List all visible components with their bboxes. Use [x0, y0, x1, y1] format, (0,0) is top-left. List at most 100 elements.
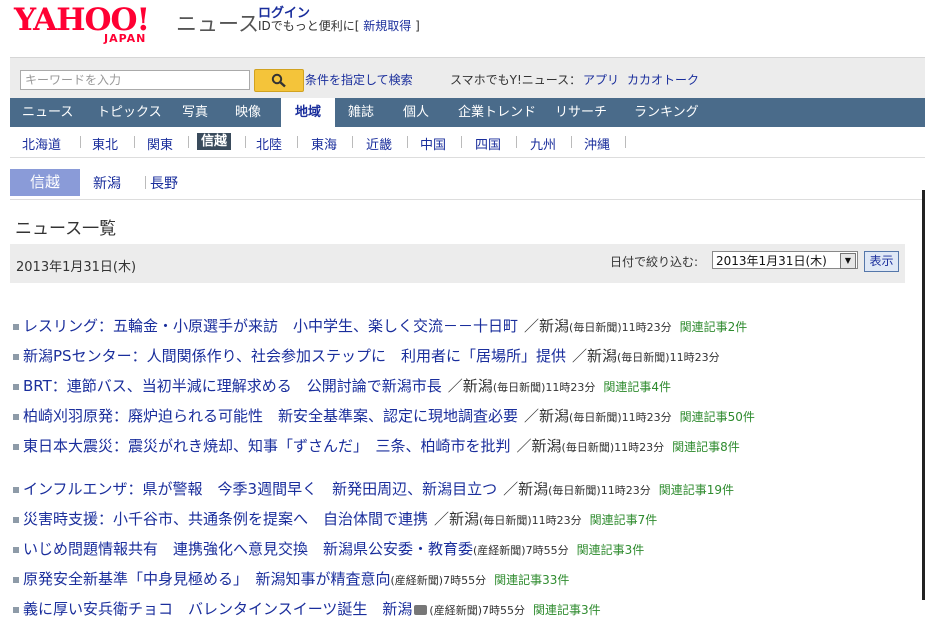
- bullet-icon: [13, 413, 19, 420]
- news-time: 11時23分: [669, 351, 720, 364]
- news-headline-link[interactable]: インフルエンザ：県が警報 今季3週間早く 新発田周辺、新潟目立つ: [23, 480, 497, 498]
- bullet-icon: [13, 516, 19, 523]
- news-publisher: (毎日新聞): [561, 441, 615, 454]
- show-button[interactable]: 表示: [864, 251, 899, 272]
- news-headline-link[interactable]: いじめ問題情報共有 連携強化へ意見交換 新潟県公安委・教育委: [23, 540, 473, 558]
- news-item: BRT：連節バス、当初半減に理解求める 公開討論で新潟市長 ／新潟(毎日新聞)11…: [13, 375, 913, 397]
- news-time: 11時23分: [621, 321, 672, 334]
- news-item: 柏崎刈羽原発：廃炉迫られる可能性 新安全基準案、認定に現地調査必要 ／新潟(毎日新…: [13, 405, 913, 427]
- news-time: 7時55分: [525, 544, 569, 557]
- news-item: 原発安全新基準「中身見極める」 新潟知事が精査意向(産経新聞)7時55分 関連記事…: [13, 568, 913, 590]
- news-headline-link[interactable]: レスリング：五輪金・小原選手が来訪 小中学生、楽しく交流－－十日町: [23, 317, 518, 335]
- nav-item-video[interactable]: 映像: [235, 98, 261, 127]
- smartphone-label: スマホでもY!ニュース：: [450, 73, 582, 87]
- region-okinawa[interactable]: 沖縄: [584, 134, 610, 153]
- news-region: ／新潟: [434, 510, 480, 528]
- news-headline-link[interactable]: 義に厚い安兵衛チョコ バレンタインスイーツ誕生 新潟: [23, 600, 412, 618]
- divider: [407, 136, 408, 148]
- region-shikoku[interactable]: 四国: [475, 134, 501, 153]
- related-articles-link[interactable]: 関連記事19件: [659, 483, 734, 497]
- prefecture-tabs: 信越 新潟 長野: [10, 169, 925, 200]
- region-tohoku[interactable]: 東北: [92, 134, 118, 153]
- news-headline-link[interactable]: 新潟PSセンター：人間関係作り、社会参加ステップに 利用者に「居場所」提供: [23, 347, 566, 365]
- bullet-icon: [13, 606, 19, 613]
- app-link[interactable]: アプリ: [583, 71, 619, 88]
- bullet-icon: [13, 546, 19, 553]
- related-articles-link[interactable]: 関連記事3件: [577, 543, 645, 557]
- divider: [134, 136, 135, 148]
- related-articles-link[interactable]: 関連記事3件: [533, 603, 601, 617]
- news-region: ／新潟: [571, 347, 617, 365]
- header: YAHOO! JAPAN ニュース ログイン IDでもっと便利に[ 新規取得 ]: [0, 0, 925, 56]
- nav-item-news[interactable]: ニュース: [22, 98, 73, 127]
- kakao-link[interactable]: カカオトーク: [627, 71, 699, 88]
- nav-item-ranking[interactable]: ランキング: [634, 98, 699, 127]
- region-hokkaido[interactable]: 北海道: [22, 134, 61, 153]
- yahoo-japan-logo[interactable]: YAHOO! JAPAN: [14, 2, 172, 46]
- nav-item-topics[interactable]: トピックス: [97, 98, 162, 127]
- search-button[interactable]: [254, 69, 304, 92]
- bullet-icon: [13, 383, 19, 390]
- region-kinki[interactable]: 近畿: [366, 134, 392, 153]
- service-name[interactable]: ニュース: [176, 8, 259, 38]
- bullet-icon: [13, 323, 19, 330]
- divider: [516, 136, 517, 148]
- news-item: レスリング：五輪金・小原選手が来訪 小中学生、楽しく交流－－十日町 ／新潟(毎日新…: [13, 315, 913, 337]
- related-articles-link[interactable]: 関連記事50件: [680, 410, 755, 424]
- region-chugoku[interactable]: 中国: [420, 134, 446, 153]
- region-shinetsu[interactable]: 信越: [197, 133, 232, 150]
- prefecture-nagano[interactable]: 長野: [150, 173, 178, 193]
- date-select[interactable]: 2013年1月31日(木) ▼: [712, 251, 858, 269]
- related-articles-link[interactable]: 関連記事2件: [680, 320, 748, 334]
- news-time: 11時23分: [531, 514, 582, 527]
- region-nav: 北海道 東北 関東 信越 北陸 東海 近畿 中国 四国 九州 沖縄: [10, 127, 925, 158]
- prefecture-current: 信越: [10, 169, 80, 196]
- related-articles-link[interactable]: 関連記事33件: [494, 573, 569, 587]
- search-input[interactable]: キーワードを入力: [20, 70, 250, 90]
- news-time: 11時23分: [545, 381, 596, 394]
- news-headline-link[interactable]: 災害時支援：小千谷市、共通条例を提案へ 自治体間で連携: [23, 510, 428, 528]
- search-icon: [271, 73, 286, 88]
- register-link[interactable]: 新規取得: [363, 19, 411, 33]
- date-filter-label: 日付で絞り込む:: [610, 255, 699, 269]
- id-promo: IDでもっと便利に[ 新規取得 ]: [258, 19, 420, 33]
- divider: [145, 176, 146, 189]
- divider: [352, 136, 353, 148]
- news-publisher: (産経新聞): [429, 604, 482, 617]
- camera-icon: [414, 604, 428, 615]
- news-item: いじめ問題情報共有 連携強化へ意見交換 新潟県公安委・教育委(産経新聞)7時55…: [13, 538, 913, 560]
- chevron-down-icon[interactable]: ▼: [840, 253, 856, 269]
- related-articles-link[interactable]: 関連記事4件: [603, 380, 671, 394]
- page-title: ニュース一覧: [15, 219, 117, 239]
- divider: [625, 136, 626, 148]
- nav-item-local[interactable]: 地域: [281, 98, 335, 127]
- related-articles-link[interactable]: 関連記事7件: [590, 513, 658, 527]
- news-headline-link[interactable]: 東日本大震災：震災がれき焼却、知事「ずさんだ」 三条、柏崎市を批判: [23, 437, 511, 455]
- nav-item-magazine[interactable]: 雑誌: [348, 98, 374, 127]
- advanced-search-link[interactable]: 条件を指定して検索: [305, 71, 413, 88]
- news-headline-link[interactable]: 原発安全新基準「中身見極める」 新潟知事が精査意向: [23, 570, 391, 588]
- bullet-icon: [13, 576, 19, 583]
- nav-item-photo[interactable]: 写真: [182, 98, 208, 127]
- news-region: ／新潟: [516, 437, 562, 455]
- prefecture-niigata[interactable]: 新潟: [93, 173, 121, 193]
- news-headline-link[interactable]: 柏崎刈羽原発：廃炉迫られる可能性 新安全基準案、認定に現地調査必要: [23, 407, 518, 425]
- divider: [245, 136, 246, 148]
- bullet-icon: [13, 486, 19, 493]
- news-item: 災害時支援：小千谷市、共通条例を提案へ 自治体間で連携 ／新潟(毎日新聞)11時2…: [13, 508, 913, 530]
- bullet-icon: [13, 443, 19, 450]
- divider: [188, 136, 189, 148]
- date-bar: 2013年1月31日(木) 日付で絞り込む: 2013年1月31日(木) ▼ 表…: [10, 244, 905, 283]
- news-headline-link[interactable]: BRT：連節バス、当初半減に理解求める 公開討論で新潟市長: [23, 377, 442, 395]
- nav-item-research[interactable]: リサーチ: [555, 98, 607, 127]
- region-kanto[interactable]: 関東: [147, 134, 173, 153]
- region-kyushu[interactable]: 九州: [530, 134, 556, 153]
- related-articles-link[interactable]: 関連記事8件: [672, 440, 740, 454]
- nav-item-business[interactable]: 企業トレンド: [458, 98, 536, 127]
- region-tokai[interactable]: 東海: [311, 134, 337, 153]
- nav-item-personal[interactable]: 個人: [403, 98, 429, 127]
- news-time: 11時23分: [621, 411, 672, 424]
- news-publisher: (毎日新聞): [569, 411, 622, 424]
- current-date: 2013年1月31日(木): [16, 260, 137, 275]
- region-hokuriku[interactable]: 北陸: [256, 134, 282, 153]
